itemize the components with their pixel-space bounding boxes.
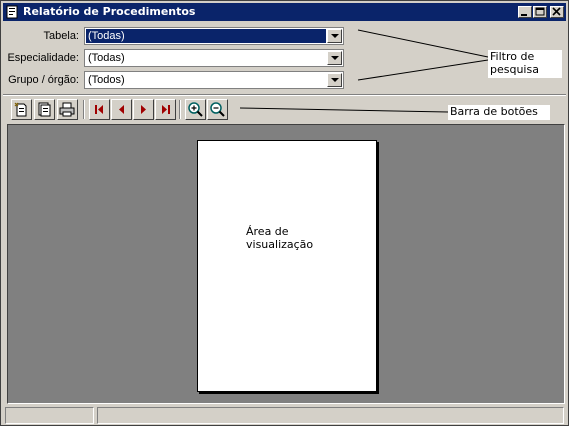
maximize-button[interactable] — [533, 6, 547, 18]
grupo-dropdown-button[interactable] — [327, 73, 342, 87]
minimize-button[interactable] — [518, 6, 532, 18]
search-filter-panel: Tabela: (Todas) Especialidade: (Todas) G… — [1, 25, 351, 93]
toolbar-annotation-text: Barra de botões — [450, 105, 538, 118]
especialidade-select-value: (Todas) — [88, 52, 125, 64]
print-icon — [59, 102, 75, 117]
tabela-select-value: (Todas) — [86, 29, 326, 43]
filter-separator — [3, 94, 566, 96]
zoom-in-button[interactable] — [185, 99, 206, 120]
tabela-dropdown-button[interactable] — [327, 29, 342, 43]
report-app-icon — [6, 5, 18, 19]
tabela-select[interactable]: (Todas) — [84, 27, 344, 45]
report-page — [197, 140, 377, 392]
status-panel — [5, 407, 94, 424]
preview-annotation: Área de visualização — [246, 225, 336, 253]
preview-annotation-line2: visualização — [246, 238, 314, 251]
setup-icon — [38, 102, 51, 117]
grupo-select-value: (Todos) — [88, 74, 125, 86]
minimize-icon — [521, 14, 527, 16]
last-page-button[interactable] — [155, 99, 176, 120]
setup-button[interactable] — [34, 99, 55, 120]
chevron-down-icon — [331, 56, 339, 60]
toolbar-separator — [83, 100, 85, 119]
especialidade-dropdown-button[interactable] — [327, 51, 342, 65]
filter-annotation-line2: pesquisa — [490, 63, 539, 76]
next-page-icon — [141, 105, 146, 114]
toolbar-annotation: Barra de botões — [448, 105, 550, 120]
filter-annotation: Filtro de pesquisa — [488, 50, 562, 78]
first-page-icon — [95, 105, 103, 114]
new-report-button[interactable] — [11, 99, 32, 120]
preview-annotation-line1: Área de — [246, 225, 289, 238]
previous-page-icon — [119, 105, 124, 114]
filter-label-tabela: Tabela: — [43, 30, 79, 42]
last-page-icon — [162, 105, 170, 114]
zoom-out-button[interactable] — [207, 99, 228, 120]
preview-area[interactable] — [7, 124, 565, 404]
first-page-button[interactable] — [89, 99, 110, 120]
status-panel-secondary — [97, 407, 564, 424]
zoom-in-icon — [188, 102, 203, 117]
especialidade-select[interactable]: (Todas) — [84, 49, 344, 67]
filter-label-grupo: Grupo / órgão: — [8, 74, 79, 86]
grupo-select[interactable]: (Todos) — [84, 71, 344, 89]
window-title: Relatório de Procedimentos — [23, 5, 196, 18]
close-icon — [552, 7, 561, 16]
chevron-down-icon — [331, 34, 339, 38]
maximize-icon — [535, 7, 545, 16]
print-button[interactable] — [57, 99, 78, 120]
previous-page-button[interactable] — [111, 99, 132, 120]
next-page-button[interactable] — [133, 99, 154, 120]
new-report-icon — [14, 102, 27, 117]
filter-annotation-line1: Filtro de — [490, 50, 535, 63]
filter-label-especialidade: Especialidade: — [7, 52, 79, 64]
report-window: Relatório de Procedimentos Tabela: (Toda… — [0, 0, 569, 426]
title-bar[interactable]: Relatório de Procedimentos — [3, 3, 566, 21]
toolbar-separator — [179, 100, 181, 119]
zoom-out-icon — [210, 102, 225, 117]
chevron-down-icon — [331, 78, 339, 82]
status-bar — [3, 406, 566, 425]
close-button[interactable] — [550, 6, 564, 18]
